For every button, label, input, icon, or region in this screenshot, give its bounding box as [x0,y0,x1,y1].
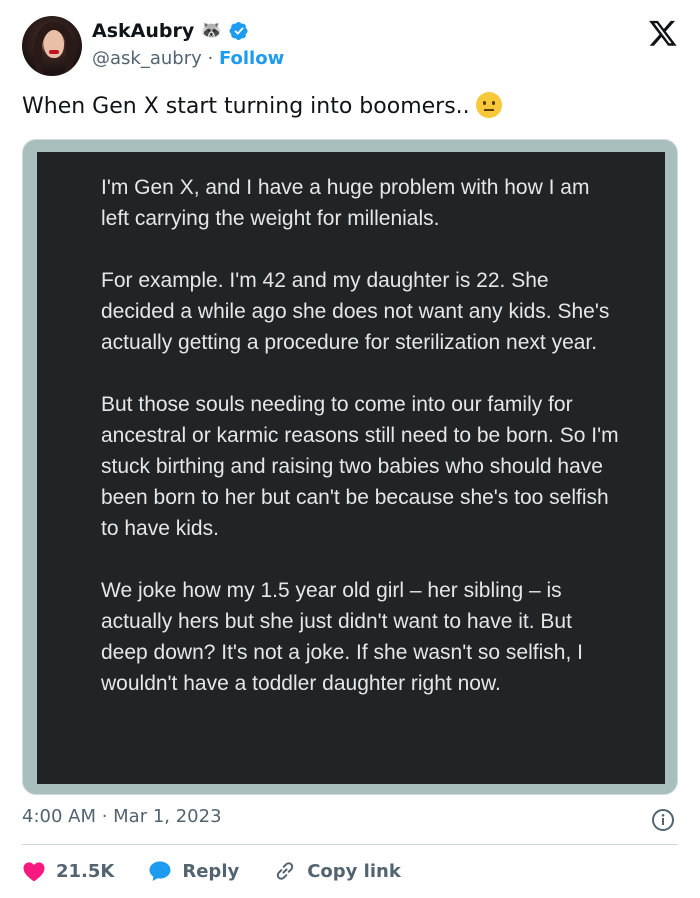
reply-bubble-icon [149,861,171,881]
like-count: 21.5K [56,860,115,882]
link-icon [277,862,294,880]
screenshot-panel: I'm Gen X, and I have a huge problem wit… [37,152,665,784]
author-name-row: AskAubry 🦝 [92,20,249,42]
author-handle-row: @ask_aubry · Follow [92,48,284,69]
screenshot-paragraph: But those souls needing to come into our… [101,393,619,540]
tweet-header: AskAubry 🦝 @ask_aubry · Follow [22,16,682,78]
copy-link-label: Copy link [307,860,401,882]
heart-icon [23,862,45,882]
confused-face-emoji-icon [475,92,502,118]
tweet-media-image[interactable]: I'm Gen X, and I have a huge problem wit… [22,139,678,795]
verified-badge-icon [229,22,248,40]
action-bar: 21.5K Reply Copy link [22,856,435,886]
separator-dot: · [207,48,214,69]
screenshot-paragraph: I'm Gen X, and I have a huge problem wit… [101,176,590,230]
x-logo-icon[interactable] [648,18,678,48]
reply-button[interactable]: Reply [148,860,239,882]
avatar[interactable] [22,16,82,76]
reply-label: Reply [182,860,240,882]
tweet-text: When Gen X start turning into boomers.. [22,92,502,119]
info-icon[interactable] [651,808,675,832]
follow-button[interactable]: Follow [219,48,284,69]
copy-link-button[interactable]: Copy link [273,859,401,883]
tweet-timestamp[interactable]: 4:00 AM · Mar 1, 2023 [22,806,222,827]
like-button[interactable]: 21.5K [22,860,114,882]
divider [22,844,678,845]
screenshot-paragraph: For example. I'm 42 and my daughter is 2… [101,269,610,354]
screenshot-text: I'm Gen X, and I have a huge problem wit… [101,172,621,699]
raccoon-emoji-icon: 🦝 [200,20,223,41]
author-handle[interactable]: @ask_aubry [92,48,202,69]
tweet-text-content: When Gen X start turning into boomers.. [22,94,470,119]
screenshot-paragraph: We joke how my 1.5 year old girl – her s… [101,579,583,695]
author-display-name[interactable]: AskAubry [92,20,194,42]
